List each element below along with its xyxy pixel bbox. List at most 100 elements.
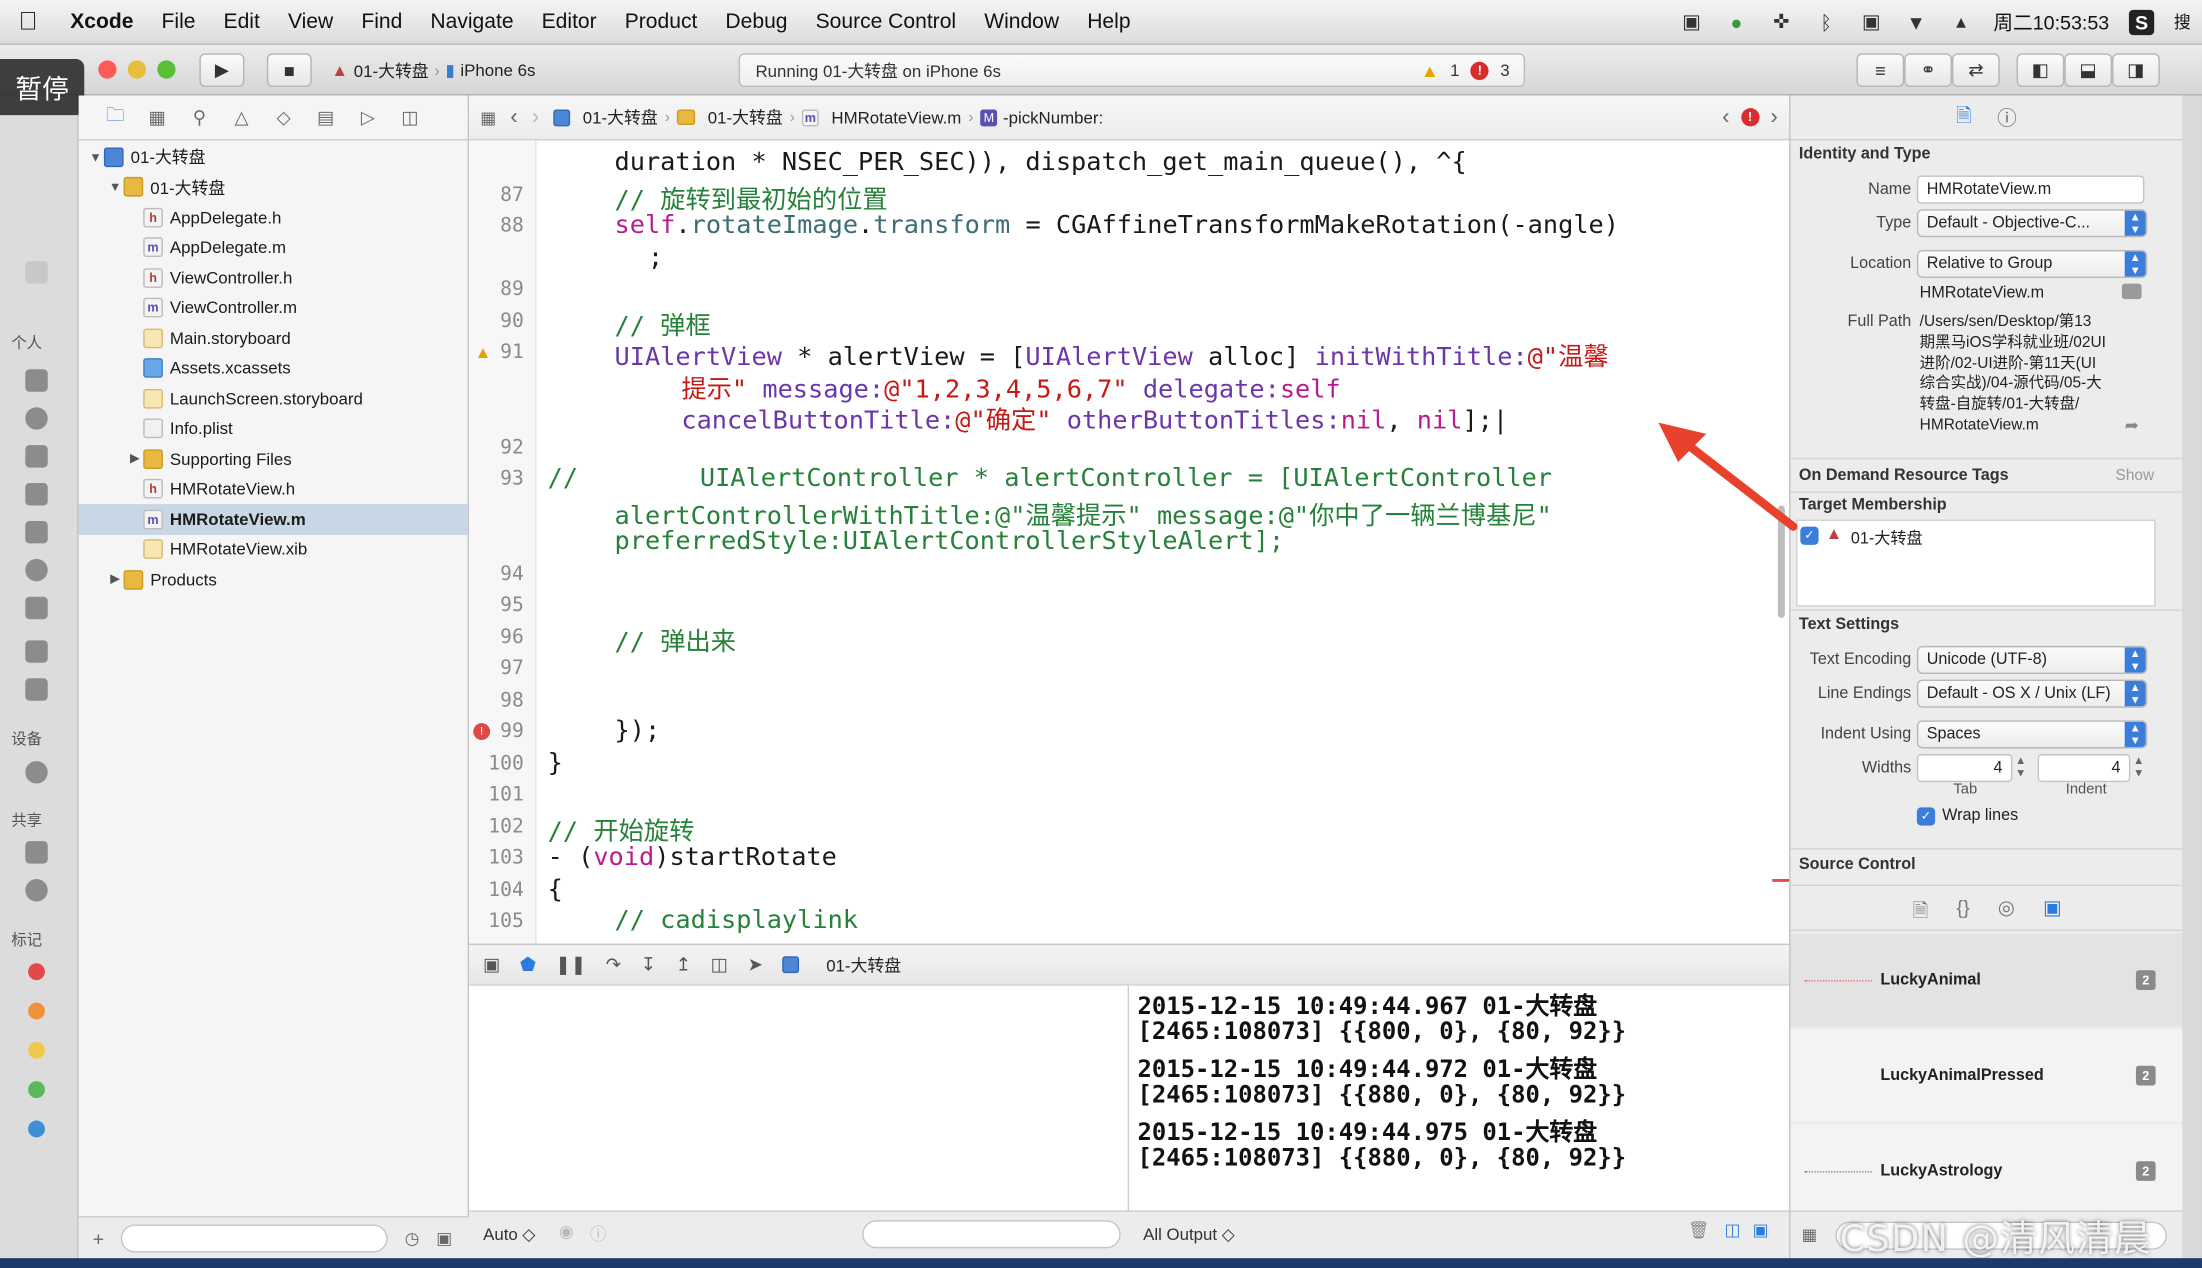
line-number[interactable]: 100: [488, 752, 524, 774]
filter-input[interactable]: [121, 1223, 388, 1252]
editor-scrollbar[interactable]: [1772, 140, 1790, 943]
line-number[interactable]: 88: [500, 215, 524, 237]
indent-width-field[interactable]: 4: [2037, 754, 2131, 783]
tag-yellow[interactable]: [28, 1041, 45, 1059]
folder-icon[interactable]: [25, 640, 48, 663]
output-mode-select[interactable]: All Output ◇: [1143, 1224, 1235, 1244]
input-method-icon[interactable]: S: [2128, 9, 2155, 35]
tag-orange[interactable]: [28, 1002, 45, 1020]
volume-icon[interactable]: ▴: [1948, 9, 1973, 34]
folder-icon[interactable]: [25, 369, 48, 392]
warning-icon[interactable]: △: [230, 106, 252, 128]
report-icon[interactable]: ◫: [399, 106, 421, 128]
folder-icon[interactable]: 🗀: [104, 103, 126, 128]
library-item[interactable]: LuckyAstrology 2: [1790, 1124, 2184, 1218]
wrap-lines-checkbox[interactable]: ✓: [1916, 807, 1936, 826]
related-items-icon[interactable]: ▦: [469, 107, 503, 127]
split-view-icon[interactable]: ◫: [1724, 1220, 1740, 1240]
line-number[interactable]: 99: [500, 720, 524, 742]
line-number[interactable]: 89: [500, 278, 524, 300]
line-number[interactable]: 94: [500, 562, 524, 584]
toggle-navigator-button[interactable]: ◧: [2016, 53, 2065, 88]
line-number[interactable]: 93: [500, 468, 524, 490]
tree-item[interactable]: LaunchScreen.storyboard: [79, 383, 468, 413]
close-window-button[interactable]: [98, 60, 117, 79]
folder-icon[interactable]: [2121, 283, 2142, 300]
run-button[interactable]: ▶: [199, 53, 245, 88]
menu-help[interactable]: Help: [1073, 10, 1144, 34]
tree-item[interactable]: ▶ Products: [79, 564, 468, 594]
menu-view[interactable]: View: [274, 10, 347, 34]
menu-app-name[interactable]: Xcode: [56, 10, 147, 34]
line-number[interactable]: 104: [488, 878, 524, 900]
display-icon[interactable]: [25, 841, 48, 864]
trash-icon[interactable]: 🗑: [1688, 1220, 1709, 1240]
network-icon[interactable]: [25, 879, 48, 902]
app-status-icon[interactable]: ●: [1724, 9, 1749, 34]
menu-source-control[interactable]: Source Control: [802, 10, 971, 34]
vars-filter-input[interactable]: [862, 1220, 1121, 1249]
lock-icon[interactable]: ▣: [1859, 9, 1884, 34]
stop-button[interactable]: ■: [266, 53, 312, 88]
indent-using-popup[interactable]: Spaces ▲ ▼: [1916, 720, 2148, 749]
disclosure-open-icon[interactable]: ▼: [87, 150, 104, 164]
step-over-icon[interactable]: ↷: [606, 953, 621, 975]
menu-edit[interactable]: Edit: [210, 10, 274, 34]
apple-icon[interactable]: : [0, 7, 56, 36]
forward-icon[interactable]: ›: [525, 105, 547, 130]
toggle-debug-button[interactable]: ⬓: [2064, 53, 2113, 88]
disclosure-open-icon[interactable]: ▼: [107, 180, 124, 194]
menu-find[interactable]: Find: [347, 10, 416, 34]
library-item[interactable]: LuckyAnimalPressed 2: [1790, 1029, 2184, 1122]
search-icon[interactable]: ⚲: [188, 106, 210, 128]
indent-stepper-icon[interactable]: ▲ ▼: [2133, 754, 2144, 779]
console-output[interactable]: 2015-12-15 10:49:44.967 01-大转盘 [2465:1080…: [1129, 985, 1790, 1211]
error-icon[interactable]: !: [1470, 61, 1489, 80]
error-count[interactable]: 3: [1500, 60, 1509, 80]
tag-blue[interactable]: [28, 1120, 45, 1138]
bluetooth-icon[interactable]: ᛒ: [1814, 9, 1839, 34]
search-tail[interactable]: 搜: [2174, 10, 2191, 34]
encoding-popup[interactable]: Unicode (UTF-8) ▲ ▼: [1916, 645, 2148, 675]
pause-icon[interactable]: ❚❚: [556, 953, 587, 975]
assistant-editor-button[interactable]: ⚭: [1904, 53, 1952, 88]
back-icon[interactable]: ‹: [503, 105, 525, 130]
symbol-icon[interactable]: ▦: [146, 106, 168, 128]
scheme-selector[interactable]: ▲ 01-大转盘 › ▮ iPhone 6s: [331, 55, 535, 86]
minimize-window-button[interactable]: [127, 60, 147, 79]
airdrop-icon[interactable]: [25, 407, 48, 430]
line-number[interactable]: 96: [500, 626, 524, 648]
tree-item[interactable]: h ViewController.h: [79, 263, 468, 293]
tree-item[interactable]: m ViewController.m: [79, 293, 468, 323]
code-area[interactable]: duration * NSEC_PER_SEC)), dispatch_get_…: [548, 140, 1770, 943]
type-popup[interactable]: Default - Objective-C... ▲ ▼: [1916, 209, 2148, 238]
folder-icon[interactable]: [25, 678, 48, 701]
line-number[interactable]: 101: [488, 784, 524, 806]
warning-count[interactable]: 1: [1450, 60, 1459, 80]
wifi-icon[interactable]: ▼: [1904, 9, 1929, 34]
menu-product[interactable]: Product: [611, 10, 712, 34]
object-icon[interactable]: ◎: [1998, 896, 2015, 930]
tree-item[interactable]: HMRotateView.xib: [79, 534, 468, 564]
info-icon[interactable]: ⓘ: [590, 1222, 607, 1246]
variables-view[interactable]: [469, 985, 1130, 1211]
jump-group[interactable]: 01-大转盘: [670, 105, 790, 129]
code-snippet-icon[interactable]: {}: [1956, 896, 1969, 930]
jump-file[interactable]: m HMRotateView.m: [795, 107, 968, 127]
line-number[interactable]: 97: [500, 657, 524, 679]
breakpoints-toggle-icon[interactable]: ⬟: [520, 953, 536, 975]
line-number[interactable]: 98: [500, 689, 524, 711]
view-debugger-icon[interactable]: ◫: [711, 953, 728, 975]
toggle-inspector-button[interactable]: ◨: [2112, 53, 2160, 88]
menu-debug[interactable]: Debug: [711, 10, 801, 34]
tree-item[interactable]: ▶ Supporting Files: [79, 444, 468, 474]
media-icon[interactable]: ▣: [2043, 896, 2062, 930]
line-number[interactable]: 90: [500, 310, 524, 332]
disk-icon[interactable]: [25, 761, 48, 784]
name-field[interactable]: HMRotateView.m: [1916, 175, 2145, 204]
reveal-arrow-icon[interactable]: ➦: [2125, 416, 2139, 436]
screen-record-icon[interactable]: ▣: [1679, 9, 1704, 34]
jump-method[interactable]: M -pickNumber:: [973, 107, 1110, 127]
warning-icon[interactable]: ▲: [1421, 60, 1439, 81]
console-only-icon[interactable]: ▣: [1753, 1220, 1769, 1240]
